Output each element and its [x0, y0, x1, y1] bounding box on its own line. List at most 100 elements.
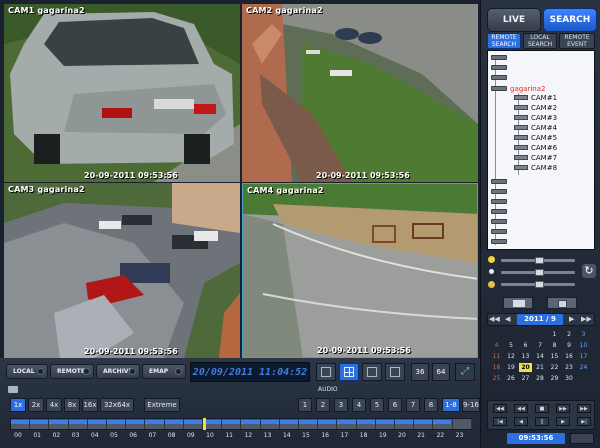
tree-camera-5[interactable]: CAM#5 [514, 133, 557, 142]
speed-Extreme-button[interactable]: Extreme [144, 398, 180, 412]
audio-channel-button[interactable]: 6 [388, 398, 402, 412]
speed-32x-button[interactable]: 32x 64x [100, 398, 134, 412]
saturation-slider-knob[interactable] [535, 281, 544, 288]
timeline-hour-cell[interactable] [414, 419, 434, 429]
next-month-icon[interactable]: ▶ [569, 315, 574, 323]
calendar-day[interactable]: 12 [505, 352, 518, 361]
audio-channel-button[interactable]: 9-16 [462, 398, 480, 412]
calendar-day[interactable]: 29 [548, 374, 561, 383]
calendar-day[interactable]: 13 [519, 352, 532, 361]
calendar-day[interactable]: 30 [563, 374, 576, 383]
timeline-bar[interactable] [10, 418, 472, 430]
timeline-hour-cell[interactable] [88, 419, 107, 429]
calendar-day[interactable]: 4 [490, 341, 503, 350]
archive-button[interactable]: ARCHIVE [96, 364, 140, 379]
timeline-hour-cell[interactable] [357, 419, 376, 429]
audio-channel-button[interactable]: 3 [334, 398, 348, 412]
timeline-hour-cell[interactable] [280, 419, 299, 429]
timeline-hour-cell[interactable] [376, 419, 395, 429]
calendar-day[interactable]: 22 [548, 363, 561, 372]
timeline-hour-cell[interactable] [184, 419, 203, 429]
remote-button[interactable]: REMOTE [50, 364, 94, 379]
audio-channel-button[interactable]: 5 [370, 398, 384, 412]
tree-node[interactable] [491, 187, 510, 196]
timeline-hour-cell[interactable] [261, 419, 280, 429]
tab-local-search[interactable]: LOCAL SEARCH [523, 33, 557, 49]
timeline-hour-cell[interactable] [145, 419, 165, 429]
timeline-hour-cell[interactable] [30, 419, 50, 429]
timeline-hour-cell[interactable] [337, 419, 357, 429]
step-back-button[interactable]: ◀ [514, 417, 528, 426]
timeline-hour-cell[interactable] [395, 419, 415, 429]
camera-view-3[interactable]: CAM3 gagarina2 20-09-2011 09:53:56 [4, 183, 240, 358]
audio-channel-button[interactable]: 7 [406, 398, 420, 412]
calendar-day[interactable]: 7 [534, 341, 547, 350]
speed-8x-button[interactable]: 8x [64, 398, 80, 412]
calendar-day[interactable]: 26 [505, 374, 518, 383]
calendar-day[interactable]: 24 [577, 363, 590, 372]
timeline-hour-cell[interactable] [203, 419, 223, 429]
tree-camera-6[interactable]: CAM#6 [514, 143, 557, 152]
fast-rewind-button[interactable]: ◀◀ [493, 404, 507, 413]
layout-1-button[interactable] [316, 363, 336, 381]
calendar-day[interactable]: 25 [490, 374, 503, 383]
device-tree[interactable]: gagarina2 CAM#1 CAM#2 CAM#3 CAM#4 CAM#5 … [487, 50, 595, 250]
tree-node[interactable] [491, 207, 510, 216]
timeline-hour-cell[interactable] [222, 419, 242, 429]
calendar-grid[interactable]: 1 2 3 4 5 6 7 8 9 10 11 12 13 14 15 16 17 18 19 20 21 22 23 24 2… [490, 330, 594, 394]
timeline-hour-cell[interactable] [165, 419, 184, 429]
tree-node[interactable] [491, 177, 510, 186]
tree-node[interactable] [491, 217, 510, 226]
timeline-hour-cell[interactable] [453, 419, 472, 429]
stop-button[interactable]: ■ [535, 404, 549, 413]
contrast-slider-knob[interactable] [535, 269, 544, 276]
emap-button[interactable]: EMAP [142, 364, 186, 379]
tree-node[interactable] [491, 63, 510, 72]
tree-node[interactable] [491, 237, 510, 246]
camera-view-2[interactable]: CAM2 gagarina2 20-09-2011 09:53:56 [242, 4, 478, 182]
calendar-day[interactable]: 8 [548, 341, 561, 350]
pause-button[interactable]: || [535, 417, 549, 426]
timeline-hour-cell[interactable] [49, 419, 69, 429]
tree-camera-3[interactable]: CAM#3 [514, 113, 557, 122]
speed-1x-button[interactable]: 1x [10, 398, 26, 412]
tree-node[interactable] [491, 73, 510, 82]
calendar-day[interactable]: 2 [563, 330, 576, 339]
audio-channel-button[interactable]: 2 [316, 398, 330, 412]
prev-year-icon[interactable]: ◀◀ [489, 315, 500, 323]
play-button[interactable]: ▶ [556, 417, 570, 426]
calendar-day[interactable]: 15 [548, 352, 561, 361]
tree-node[interactable] [491, 227, 510, 236]
tab-live[interactable]: LIVE [487, 8, 541, 32]
calendar-day[interactable]: 9 [563, 341, 576, 350]
calendar-day[interactable]: 11 [490, 352, 503, 361]
audio-channel-button[interactable]: 1 [298, 398, 312, 412]
skip-forward-button[interactable]: ▶| [577, 417, 591, 426]
speed-4x-button[interactable]: 4x [46, 398, 62, 412]
timeline-hour-cell[interactable] [69, 419, 88, 429]
timeline-hour-cell[interactable] [433, 419, 453, 429]
tree-camera-2[interactable]: CAM#2 [514, 103, 557, 112]
forward-button[interactable]: ▶▶ [556, 404, 570, 413]
tree-camera-7[interactable]: CAM#7 [514, 153, 557, 162]
layout-4-button[interactable] [339, 363, 359, 381]
calendar-day[interactable]: 28 [534, 374, 547, 383]
calendar-day[interactable]: 18 [490, 363, 503, 372]
skip-back-button[interactable]: |◀ [493, 417, 507, 426]
calendar-day[interactable]: 5 [505, 341, 518, 350]
audio-channel-button[interactable]: 8 [424, 398, 438, 412]
tab-remote-search[interactable]: REMOTE SEARCH [487, 33, 521, 49]
tree-node[interactable] [491, 53, 510, 62]
calendar-day[interactable]: 3 [577, 330, 590, 339]
calendar-day[interactable]: 27 [519, 374, 532, 383]
local-button[interactable]: LOCAL [6, 364, 48, 379]
next-year-icon[interactable]: ▶▶ [581, 315, 592, 323]
calendar-day[interactable]: 6 [519, 341, 532, 350]
save-button[interactable] [547, 297, 577, 309]
speed-2x-button[interactable]: 2x [28, 398, 44, 412]
timeline-hour-cell[interactable] [107, 419, 127, 429]
tree-camera-1[interactable]: CAM#1 [514, 93, 557, 102]
timeline-hour-cell[interactable] [299, 419, 319, 429]
prev-month-icon[interactable]: ◀ [505, 315, 510, 323]
brightness-slider-knob[interactable] [535, 257, 544, 264]
